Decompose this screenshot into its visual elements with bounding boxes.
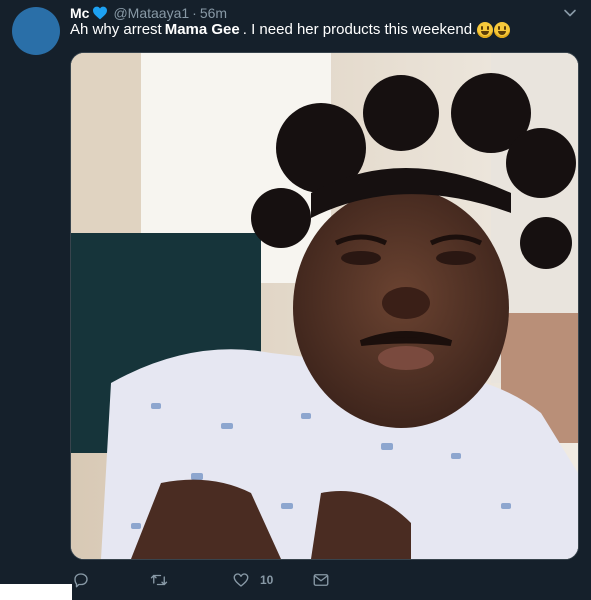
reply-button[interactable] bbox=[72, 566, 100, 594]
caret-down-icon[interactable] bbox=[563, 6, 577, 20]
retweet-button[interactable] bbox=[150, 566, 178, 594]
display-name[interactable]: Mc bbox=[70, 5, 89, 21]
avatar[interactable] bbox=[12, 7, 60, 55]
tweet-text-before: Ah why arrest bbox=[70, 21, 162, 38]
overlay-block bbox=[0, 584, 72, 600]
handle[interactable]: @Mataaya1 bbox=[113, 5, 189, 21]
grinning-face-emoji bbox=[477, 21, 494, 38]
retweet-icon bbox=[150, 574, 168, 586]
timestamp[interactable]: 56m bbox=[200, 5, 227, 21]
direct-message-button[interactable] bbox=[312, 566, 330, 594]
tweet-text-bold: Mama Gee bbox=[164, 21, 240, 38]
grinning-face-emoji bbox=[494, 21, 511, 38]
tweet-text-after: . I need her products this weekend. bbox=[242, 21, 477, 38]
separator: · bbox=[192, 5, 197, 21]
tweet-photo[interactable] bbox=[70, 52, 579, 560]
tweet-header: Mc @Mataaya1 · 56m bbox=[70, 3, 227, 23]
like-button[interactable]: 10 bbox=[232, 566, 273, 594]
blue-heart-icon bbox=[93, 6, 108, 20]
tweet-actions: 10 bbox=[70, 566, 577, 594]
message-icon bbox=[313, 574, 329, 586]
reply-icon bbox=[74, 573, 88, 588]
like-count: 10 bbox=[260, 573, 274, 587]
photo-illustration bbox=[71, 53, 578, 559]
like-icon bbox=[233, 573, 249, 587]
tweet-text: Ah why arrest Mama Gee . I need her prod… bbox=[70, 21, 511, 38]
tweet: Mc @Mataaya1 · 56m Ah why arrest Mama Ge… bbox=[0, 0, 591, 600]
